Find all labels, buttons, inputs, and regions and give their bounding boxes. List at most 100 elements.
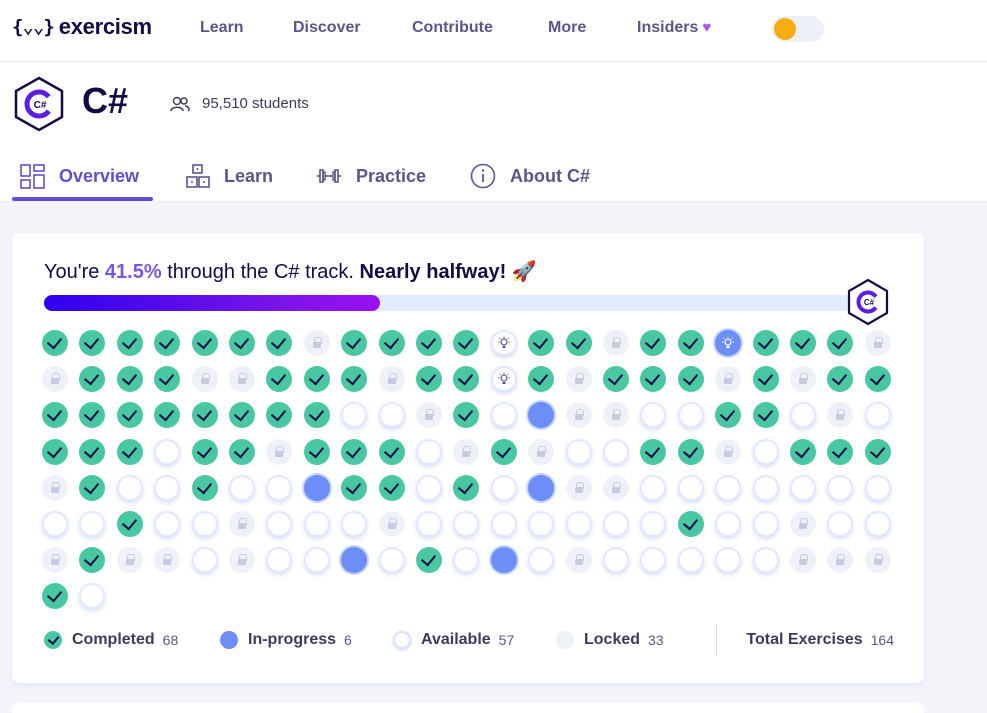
exercise-completed[interactable] [528,366,555,393]
theme-toggle[interactable] [772,16,824,42]
nav-contribute[interactable]: Contribute [412,19,493,37]
nav-insiders[interactable]: Insiders ♥ [637,19,711,37]
exercise-completed[interactable] [79,402,106,429]
exercise-completed[interactable] [154,330,181,356]
exercism-logo[interactable]: {⌄⌄} exercism [12,14,152,40]
exercise-available[interactable] [715,547,742,574]
exercise-completed[interactable] [790,438,816,465]
exercise-completed[interactable] [416,330,442,356]
exercise-locked[interactable] [116,547,143,574]
exercise-completed[interactable] [116,366,143,393]
exercise-available[interactable] [303,547,330,574]
exercise-available[interactable] [191,547,218,574]
exercise-locked[interactable] [229,547,255,574]
exercise-available[interactable] [42,511,68,537]
exercise-available[interactable] [864,474,891,501]
exercise-completed[interactable] [116,402,143,429]
exercise-available[interactable] [603,438,629,465]
exercise-locked[interactable] [42,474,68,501]
exercise-completed[interactable] [827,330,854,356]
exercise-completed[interactable] [603,366,629,393]
exercise-completed[interactable] [229,402,255,429]
exercise-locked[interactable] [42,366,68,393]
exercise-completed[interactable] [116,511,143,537]
exercise-completed[interactable] [303,402,330,429]
exercise-completed[interactable] [191,474,218,501]
exercise-completed[interactable] [528,330,555,356]
exercise-completed[interactable] [42,330,68,356]
exercise-completed[interactable] [715,402,742,429]
exercise-in-progress[interactable] [303,474,330,501]
exercise-completed[interactable] [453,330,480,356]
exercise-completed[interactable] [677,366,704,393]
exercise-completed[interactable] [42,583,68,610]
exercise-completed[interactable] [303,438,330,465]
exercise-completed[interactable] [154,402,181,429]
exercise-available[interactable] [116,474,143,501]
exercise-available[interactable] [378,402,405,429]
exercise-available[interactable] [715,474,742,501]
exercise-locked[interactable] [453,438,480,465]
exercise-available[interactable] [827,474,854,501]
exercise-completed[interactable] [154,366,181,393]
exercise-completed[interactable] [229,438,255,465]
exercise-locked[interactable] [603,474,629,501]
exercise-in-progress[interactable] [528,402,555,429]
exercise-locked[interactable] [565,547,592,574]
exercise-available[interactable] [752,547,779,574]
exercise-completed[interactable] [341,438,368,465]
exercise-locked[interactable] [715,366,742,393]
exercise-available[interactable] [603,511,629,537]
exercise-locked[interactable] [266,438,293,465]
exercise-available[interactable] [752,474,779,501]
exercise-available[interactable] [752,511,779,537]
exercise-locked[interactable] [864,330,891,356]
exercise-locked[interactable] [229,511,255,537]
exercise-available[interactable] [603,547,629,574]
exercise-available[interactable] [266,547,293,574]
exercise-completed[interactable] [453,402,480,429]
exercise-in-progress[interactable] [490,547,517,574]
exercise-completed[interactable] [42,402,68,429]
exercise-completed[interactable] [640,330,667,356]
exercise-available[interactable] [490,511,517,537]
exercise-available[interactable] [453,547,480,574]
exercise-available[interactable] [416,474,442,501]
exercise-completed[interactable] [266,330,293,356]
exercise-completed[interactable] [191,330,218,356]
exercise-locked[interactable] [715,438,742,465]
exercise-in-progress-bulb[interactable] [715,330,742,356]
exercise-locked[interactable] [603,330,629,356]
exercise-locked[interactable] [864,547,891,574]
exercise-completed[interactable] [453,474,480,501]
exercise-completed[interactable] [116,438,143,465]
exercise-available[interactable] [565,511,592,537]
exercise-available[interactable] [864,511,891,537]
exercise-available[interactable] [154,438,181,465]
exercise-available[interactable] [827,511,854,537]
nav-discover[interactable]: Discover [293,19,361,37]
exercise-locked[interactable] [827,547,854,574]
exercise-available[interactable] [677,474,704,501]
exercise-available[interactable] [341,511,368,537]
exercise-in-progress[interactable] [341,547,368,574]
exercise-available[interactable] [154,474,181,501]
tab-overview[interactable]: Overview [20,150,139,202]
tab-learn[interactable]: Learn [186,150,273,202]
exercise-completed[interactable] [752,402,779,429]
exercise-available-bulb[interactable] [490,366,517,393]
exercise-available[interactable] [864,402,891,429]
exercise-available[interactable] [341,402,368,429]
exercise-completed[interactable] [565,330,592,356]
exercise-completed[interactable] [341,366,368,393]
exercise-completed[interactable] [266,366,293,393]
exercise-locked[interactable] [565,366,592,393]
exercise-completed[interactable] [864,438,891,465]
exercise-completed[interactable] [416,366,442,393]
exercise-available[interactable] [565,438,592,465]
exercise-available[interactable] [378,547,405,574]
exercise-available[interactable] [752,438,779,465]
exercise-locked[interactable] [790,511,816,537]
exercise-locked[interactable] [528,438,555,465]
exercise-locked[interactable] [565,474,592,501]
